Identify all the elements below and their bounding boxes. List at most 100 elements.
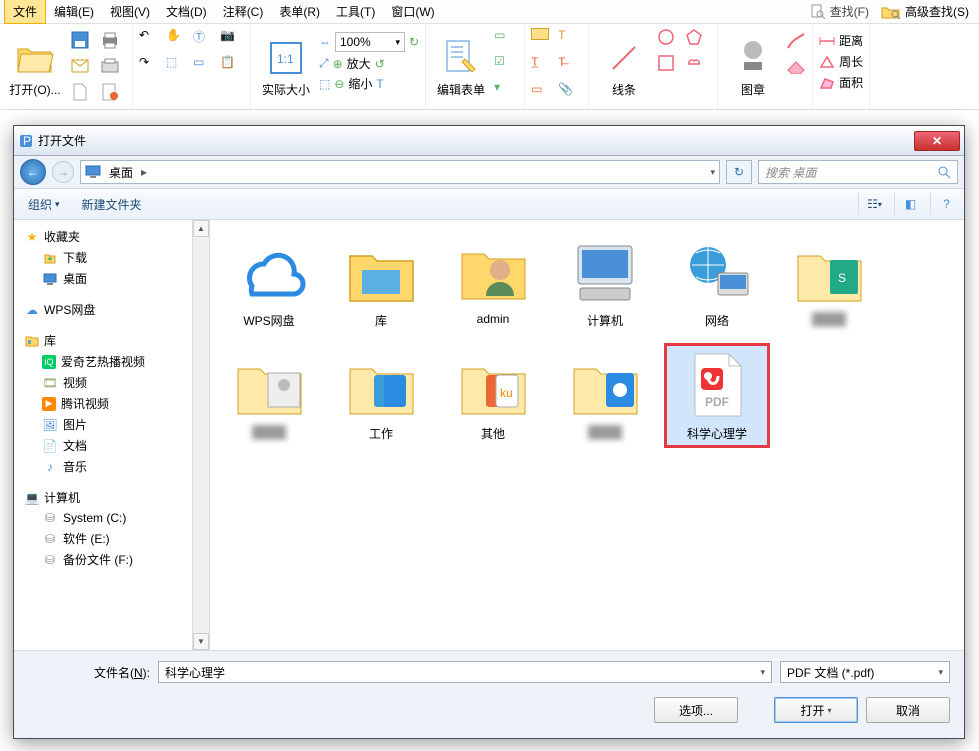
preview-pane-button[interactable]: ◧ [894,193,920,215]
nav-forward-button[interactable]: → [52,161,74,183]
filetype-filter[interactable]: PDF 文档 (*.pdf)▾ [780,661,950,683]
pencil-icon[interactable] [786,32,806,55]
menu-form[interactable]: 表单(R) [271,0,328,23]
rotate-cw-icon[interactable]: ↻ [409,35,419,49]
scan-icon[interactable] [98,54,122,78]
rotate-ccw-icon[interactable]: ↺ [375,57,385,71]
fit-page-icon[interactable]: ⤢ [319,56,329,71]
help-button[interactable]: ? [930,193,956,215]
file-item-computer[interactable]: 计算机 [552,230,658,335]
nav-back-button[interactable]: ← [20,159,46,185]
highlight-icon[interactable] [531,28,549,40]
undo-icon[interactable]: ↶ [139,28,163,52]
circle-icon[interactable] [657,28,683,52]
dialog-close-button[interactable]: ✕ [914,131,960,151]
search-input[interactable]: 搜索 桌面 [758,160,958,184]
cancel-button[interactable]: 取消 [866,697,950,723]
sidebar-computer-header[interactable]: 💻计算机 [18,487,188,508]
cloud-icon[interactable] [685,54,711,78]
polygon-icon[interactable] [685,28,711,52]
menu-edit[interactable]: 编辑(E) [46,0,102,23]
file-item-admin[interactable]: admin [440,230,546,335]
file-list[interactable]: WPS网盘 库 admin 计算机 网络 S ████ [210,220,964,650]
fit-visible-icon[interactable]: ⬚ [319,77,330,91]
menu-file[interactable]: 文件 [4,0,46,24]
sidebar-item-iqiyi[interactable]: iQ爱奇艺热播视频 [18,351,188,372]
text-field-icon[interactable]: ▭ [494,28,518,52]
combo-icon[interactable]: ▾ [494,80,518,104]
square-icon[interactable] [657,54,683,78]
redo-icon[interactable]: ↷ [139,55,163,79]
open-file-button[interactable]: 打开▾ [774,697,858,723]
blank-page-icon[interactable] [68,80,92,104]
breadcrumb-desktop[interactable]: 桌面 [105,162,137,183]
snapshot-icon[interactable]: ▭ [193,55,217,79]
mail-icon[interactable] [68,54,92,78]
options-button[interactable]: 选项... [654,697,738,723]
breadcrumb-arrow-icon[interactable]: ▸ [141,165,147,179]
zoom-in-icon[interactable]: ⊕ [333,57,343,71]
menu-window[interactable]: 窗口(W) [383,0,442,23]
convert-icon[interactable] [98,80,122,104]
filename-input[interactable]: 科学心理学▾ [158,661,772,683]
find-button[interactable]: 查找(F) [804,1,875,22]
actual-size-button[interactable]: 1:1 实际大小 [257,28,315,106]
sidebar-item-drive-e[interactable]: ⛁软件 (E:) [18,528,188,549]
attach-icon[interactable]: 📎 [558,82,582,106]
checkbox-icon[interactable]: ☑ [494,54,518,78]
file-item-unknown2[interactable]: ████ [216,343,322,448]
menu-view[interactable]: 视图(V) [102,0,158,23]
perimeter-button[interactable]: 周长 [819,53,863,70]
sidebar-favorites-header[interactable]: ★收藏夹 [18,226,188,247]
file-item-unknown1[interactable]: S ████ [776,230,882,335]
advanced-find-button[interactable]: 高级查找(S) [875,1,975,22]
new-folder-button[interactable]: 新建文件夹 [76,194,148,215]
select-text-icon[interactable]: Ⓣ [193,28,217,52]
file-item-libraries[interactable]: 库 [328,230,434,335]
area-button[interactable]: 面积 [819,74,863,91]
address-bar[interactable]: 桌面 ▸ ▾ [80,160,720,184]
file-item-network[interactable]: 网络 [664,230,770,335]
sidebar-wps-header[interactable]: ☁WPS网盘 [18,299,188,320]
save-icon[interactable] [68,28,92,52]
refresh-button[interactable]: ↻ [726,160,752,184]
sidebar-item-downloads[interactable]: 下载 [18,247,188,268]
organize-button[interactable]: 组织 ▾ [22,194,66,215]
fit-width-icon[interactable]: ⇔ [319,35,331,49]
sidebar-item-tencent[interactable]: ▶腾讯视频 [18,393,188,414]
clipboard-icon[interactable]: 📋 [220,55,244,79]
text-note-icon[interactable]: T [558,28,582,52]
camera-icon[interactable]: 📷 [220,28,244,52]
sidebar-item-pictures[interactable]: 🖼图片 [18,414,188,435]
distance-button[interactable]: 距离 [819,32,863,49]
select-annot-icon[interactable]: ⬚ [166,55,190,79]
file-item-other[interactable]: ku 其他 [440,343,546,448]
sidebar-scrollbar[interactable]: ▲ ▼ [192,220,209,650]
menu-comment[interactable]: 注释(C) [215,0,272,23]
sidebar-item-documents[interactable]: 📄文档 [18,435,188,456]
stamp-button[interactable]: 图章 [724,28,782,106]
scroll-down-button[interactable]: ▼ [193,633,209,650]
sidebar-libraries-header[interactable]: 库 [18,330,188,351]
open-button[interactable]: 打开(O)... [6,28,64,106]
hand-icon[interactable]: ✋ [166,28,190,52]
underline-icon[interactable]: T̲ [531,55,555,79]
file-item-selected-pdf[interactable]: PDF 科学心理学 [664,343,770,448]
menu-document[interactable]: 文档(D) [158,0,215,23]
sticky-note-icon[interactable]: ▭ [531,82,555,106]
sidebar-item-music[interactable]: ♪音乐 [18,456,188,477]
shapes-lines-button[interactable]: 线条 [595,28,653,106]
sidebar-item-desktop[interactable]: 桌面 [18,268,188,289]
text-layer-icon[interactable]: T [376,77,383,91]
scroll-up-button[interactable]: ▲ [193,220,209,237]
file-item-work[interactable]: 工作 [328,343,434,448]
sidebar-item-videos[interactable]: 🎞视频 [18,372,188,393]
edit-form-button[interactable]: 编辑表单 [432,28,490,106]
file-item-unknown3[interactable]: ████ [552,343,658,448]
sidebar-item-drive-c[interactable]: ⛁System (C:) [18,508,188,528]
file-item-wpscloud[interactable]: WPS网盘 [216,230,322,335]
menu-tools[interactable]: 工具(T) [328,0,383,23]
strikeout-icon[interactable]: T̶ [558,55,582,79]
print-icon[interactable] [98,28,122,52]
view-mode-button[interactable]: ☷ ▾ [858,193,884,215]
